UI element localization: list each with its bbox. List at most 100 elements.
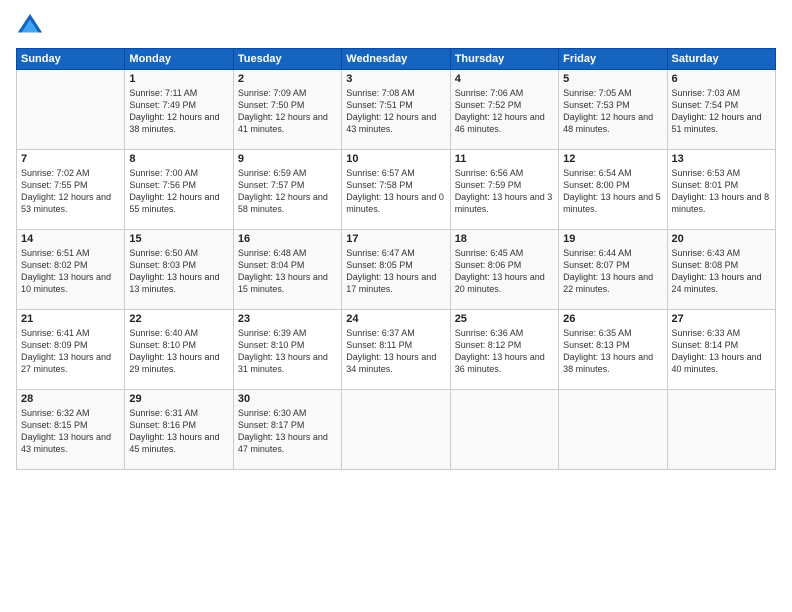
- calendar-cell: 21 Sunrise: 6:41 AMSunset: 8:09 PMDayligh…: [17, 310, 125, 390]
- day-info: Sunrise: 6:56 AMSunset: 7:59 PMDaylight:…: [455, 167, 554, 216]
- calendar-cell: 16 Sunrise: 6:48 AMSunset: 8:04 PMDayligh…: [233, 230, 341, 310]
- day-number: 29: [129, 393, 228, 405]
- calendar-cell: 2 Sunrise: 7:09 AMSunset: 7:50 PMDaylight…: [233, 70, 341, 150]
- day-info: Sunrise: 6:53 AMSunset: 8:01 PMDaylight:…: [672, 167, 771, 216]
- day-number: 2: [238, 73, 337, 85]
- day-info: Sunrise: 6:45 AMSunset: 8:06 PMDaylight:…: [455, 247, 554, 296]
- day-info: Sunrise: 7:08 AMSunset: 7:51 PMDaylight:…: [346, 87, 445, 136]
- day-number: 25: [455, 313, 554, 325]
- day-number: 22: [129, 313, 228, 325]
- day-info: Sunrise: 6:37 AMSunset: 8:11 PMDaylight:…: [346, 327, 445, 376]
- calendar-table: SundayMondayTuesdayWednesdayThursdayFrid…: [16, 48, 776, 470]
- day-number: 9: [238, 153, 337, 165]
- calendar-cell: [667, 390, 775, 470]
- day-info: Sunrise: 6:48 AMSunset: 8:04 PMDaylight:…: [238, 247, 337, 296]
- day-number: 17: [346, 233, 445, 245]
- day-number: 6: [672, 73, 771, 85]
- calendar-cell: 30 Sunrise: 6:30 AMSunset: 8:17 PMDayligh…: [233, 390, 341, 470]
- day-number: 4: [455, 73, 554, 85]
- day-number: 13: [672, 153, 771, 165]
- day-number: 23: [238, 313, 337, 325]
- day-info: Sunrise: 6:39 AMSunset: 8:10 PMDaylight:…: [238, 327, 337, 376]
- week-row-3: 21 Sunrise: 6:41 AMSunset: 8:09 PMDayligh…: [17, 310, 776, 390]
- day-info: Sunrise: 6:54 AMSunset: 8:00 PMDaylight:…: [563, 167, 662, 216]
- calendar-cell: 10 Sunrise: 6:57 AMSunset: 7:58 PMDayligh…: [342, 150, 450, 230]
- calendar-cell: 19 Sunrise: 6:44 AMSunset: 8:07 PMDayligh…: [559, 230, 667, 310]
- day-info: Sunrise: 7:00 AMSunset: 7:56 PMDaylight:…: [129, 167, 228, 216]
- calendar-cell: 8Sunrise: 7:00 AMSunset: 7:56 PMDaylight…: [125, 150, 233, 230]
- page: SundayMondayTuesdayWednesdayThursdayFrid…: [0, 0, 792, 612]
- calendar-cell: 27 Sunrise: 6:33 AMSunset: 8:14 PMDayligh…: [667, 310, 775, 390]
- week-row-2: 14Sunrise: 6:51 AMSunset: 8:02 PMDayligh…: [17, 230, 776, 310]
- day-info: Sunrise: 7:11 AMSunset: 7:49 PMDaylight:…: [129, 87, 228, 136]
- day-info: Sunrise: 6:35 AMSunset: 8:13 PMDaylight:…: [563, 327, 662, 376]
- day-info: Sunrise: 6:43 AMSunset: 8:08 PMDaylight:…: [672, 247, 771, 296]
- day-number: 18: [455, 233, 554, 245]
- header-day-sunday: Sunday: [17, 49, 125, 70]
- day-info: Sunrise: 6:57 AMSunset: 7:58 PMDaylight:…: [346, 167, 445, 216]
- calendar-cell: 18 Sunrise: 6:45 AMSunset: 8:06 PMDayligh…: [450, 230, 558, 310]
- calendar-cell: 17 Sunrise: 6:47 AMSunset: 8:05 PMDayligh…: [342, 230, 450, 310]
- day-number: 24: [346, 313, 445, 325]
- day-number: 15: [129, 233, 228, 245]
- day-info: Sunrise: 6:31 AMSunset: 8:16 PMDaylight:…: [129, 407, 228, 456]
- calendar-cell: 15Sunrise: 6:50 AMSunset: 8:03 PMDayligh…: [125, 230, 233, 310]
- calendar-cell: 22 Sunrise: 6:40 AMSunset: 8:10 PMDayligh…: [125, 310, 233, 390]
- calendar-cell: 11Sunrise: 6:56 AMSunset: 7:59 PMDayligh…: [450, 150, 558, 230]
- day-number: 1: [129, 73, 228, 85]
- day-info: Sunrise: 6:36 AMSunset: 8:12 PMDaylight:…: [455, 327, 554, 376]
- calendar-cell: [450, 390, 558, 470]
- calendar-cell: 14Sunrise: 6:51 AMSunset: 8:02 PMDayligh…: [17, 230, 125, 310]
- day-number: 5: [563, 73, 662, 85]
- day-info: Sunrise: 6:47 AMSunset: 8:05 PMDaylight:…: [346, 247, 445, 296]
- week-row-1: 7Sunrise: 7:02 AMSunset: 7:55 PMDaylight…: [17, 150, 776, 230]
- calendar-cell: 29 Sunrise: 6:31 AMSunset: 8:16 PMDayligh…: [125, 390, 233, 470]
- day-number: 3: [346, 73, 445, 85]
- header-day-saturday: Saturday: [667, 49, 775, 70]
- header-day-friday: Friday: [559, 49, 667, 70]
- header-day-thursday: Thursday: [450, 49, 558, 70]
- calendar-cell: [559, 390, 667, 470]
- day-number: 12: [563, 153, 662, 165]
- day-number: 28: [21, 393, 120, 405]
- day-number: 16: [238, 233, 337, 245]
- day-number: 20: [672, 233, 771, 245]
- calendar-cell: 24 Sunrise: 6:37 AMSunset: 8:11 PMDayligh…: [342, 310, 450, 390]
- day-number: 21: [21, 313, 120, 325]
- logo: [16, 12, 48, 40]
- calendar-cell: [17, 70, 125, 150]
- day-info: Sunrise: 7:05 AMSunset: 7:53 PMDaylight:…: [563, 87, 662, 136]
- day-info: Sunrise: 7:02 AMSunset: 7:55 PMDaylight:…: [21, 167, 120, 216]
- day-info: Sunrise: 6:44 AMSunset: 8:07 PMDaylight:…: [563, 247, 662, 296]
- header-day-monday: Monday: [125, 49, 233, 70]
- header-row: SundayMondayTuesdayWednesdayThursdayFrid…: [17, 49, 776, 70]
- calendar-cell: [342, 390, 450, 470]
- calendar-cell: 1 Sunrise: 7:11 AMSunset: 7:49 PMDaylight…: [125, 70, 233, 150]
- week-row-0: 1 Sunrise: 7:11 AMSunset: 7:49 PMDaylight…: [17, 70, 776, 150]
- day-info: Sunrise: 7:06 AMSunset: 7:52 PMDaylight:…: [455, 87, 554, 136]
- day-number: 19: [563, 233, 662, 245]
- day-number: 26: [563, 313, 662, 325]
- calendar-cell: 3 Sunrise: 7:08 AMSunset: 7:51 PMDaylight…: [342, 70, 450, 150]
- calendar-cell: 4 Sunrise: 7:06 AMSunset: 7:52 PMDaylight…: [450, 70, 558, 150]
- calendar-cell: 7Sunrise: 7:02 AMSunset: 7:55 PMDaylight…: [17, 150, 125, 230]
- day-info: Sunrise: 6:33 AMSunset: 8:14 PMDaylight:…: [672, 327, 771, 376]
- header-day-wednesday: Wednesday: [342, 49, 450, 70]
- day-info: Sunrise: 6:40 AMSunset: 8:10 PMDaylight:…: [129, 327, 228, 376]
- day-info: Sunrise: 6:59 AMSunset: 7:57 PMDaylight:…: [238, 167, 337, 216]
- day-number: 30: [238, 393, 337, 405]
- day-number: 10: [346, 153, 445, 165]
- calendar-cell: 25 Sunrise: 6:36 AMSunset: 8:12 PMDayligh…: [450, 310, 558, 390]
- day-info: Sunrise: 6:32 AMSunset: 8:15 PMDaylight:…: [21, 407, 120, 456]
- calendar-cell: 13 Sunrise: 6:53 AMSunset: 8:01 PMDayligh…: [667, 150, 775, 230]
- calendar-cell: 9 Sunrise: 6:59 AMSunset: 7:57 PMDaylight…: [233, 150, 341, 230]
- calendar-cell: 23 Sunrise: 6:39 AMSunset: 8:10 PMDayligh…: [233, 310, 341, 390]
- day-info: Sunrise: 6:30 AMSunset: 8:17 PMDaylight:…: [238, 407, 337, 456]
- day-info: Sunrise: 6:51 AMSunset: 8:02 PMDaylight:…: [21, 247, 120, 296]
- day-info: Sunrise: 6:41 AMSunset: 8:09 PMDaylight:…: [21, 327, 120, 376]
- day-info: Sunrise: 7:09 AMSunset: 7:50 PMDaylight:…: [238, 87, 337, 136]
- header-day-tuesday: Tuesday: [233, 49, 341, 70]
- calendar-cell: 28 Sunrise: 6:32 AMSunset: 8:15 PMDayligh…: [17, 390, 125, 470]
- calendar-cell: 20 Sunrise: 6:43 AMSunset: 8:08 PMDayligh…: [667, 230, 775, 310]
- day-number: 27: [672, 313, 771, 325]
